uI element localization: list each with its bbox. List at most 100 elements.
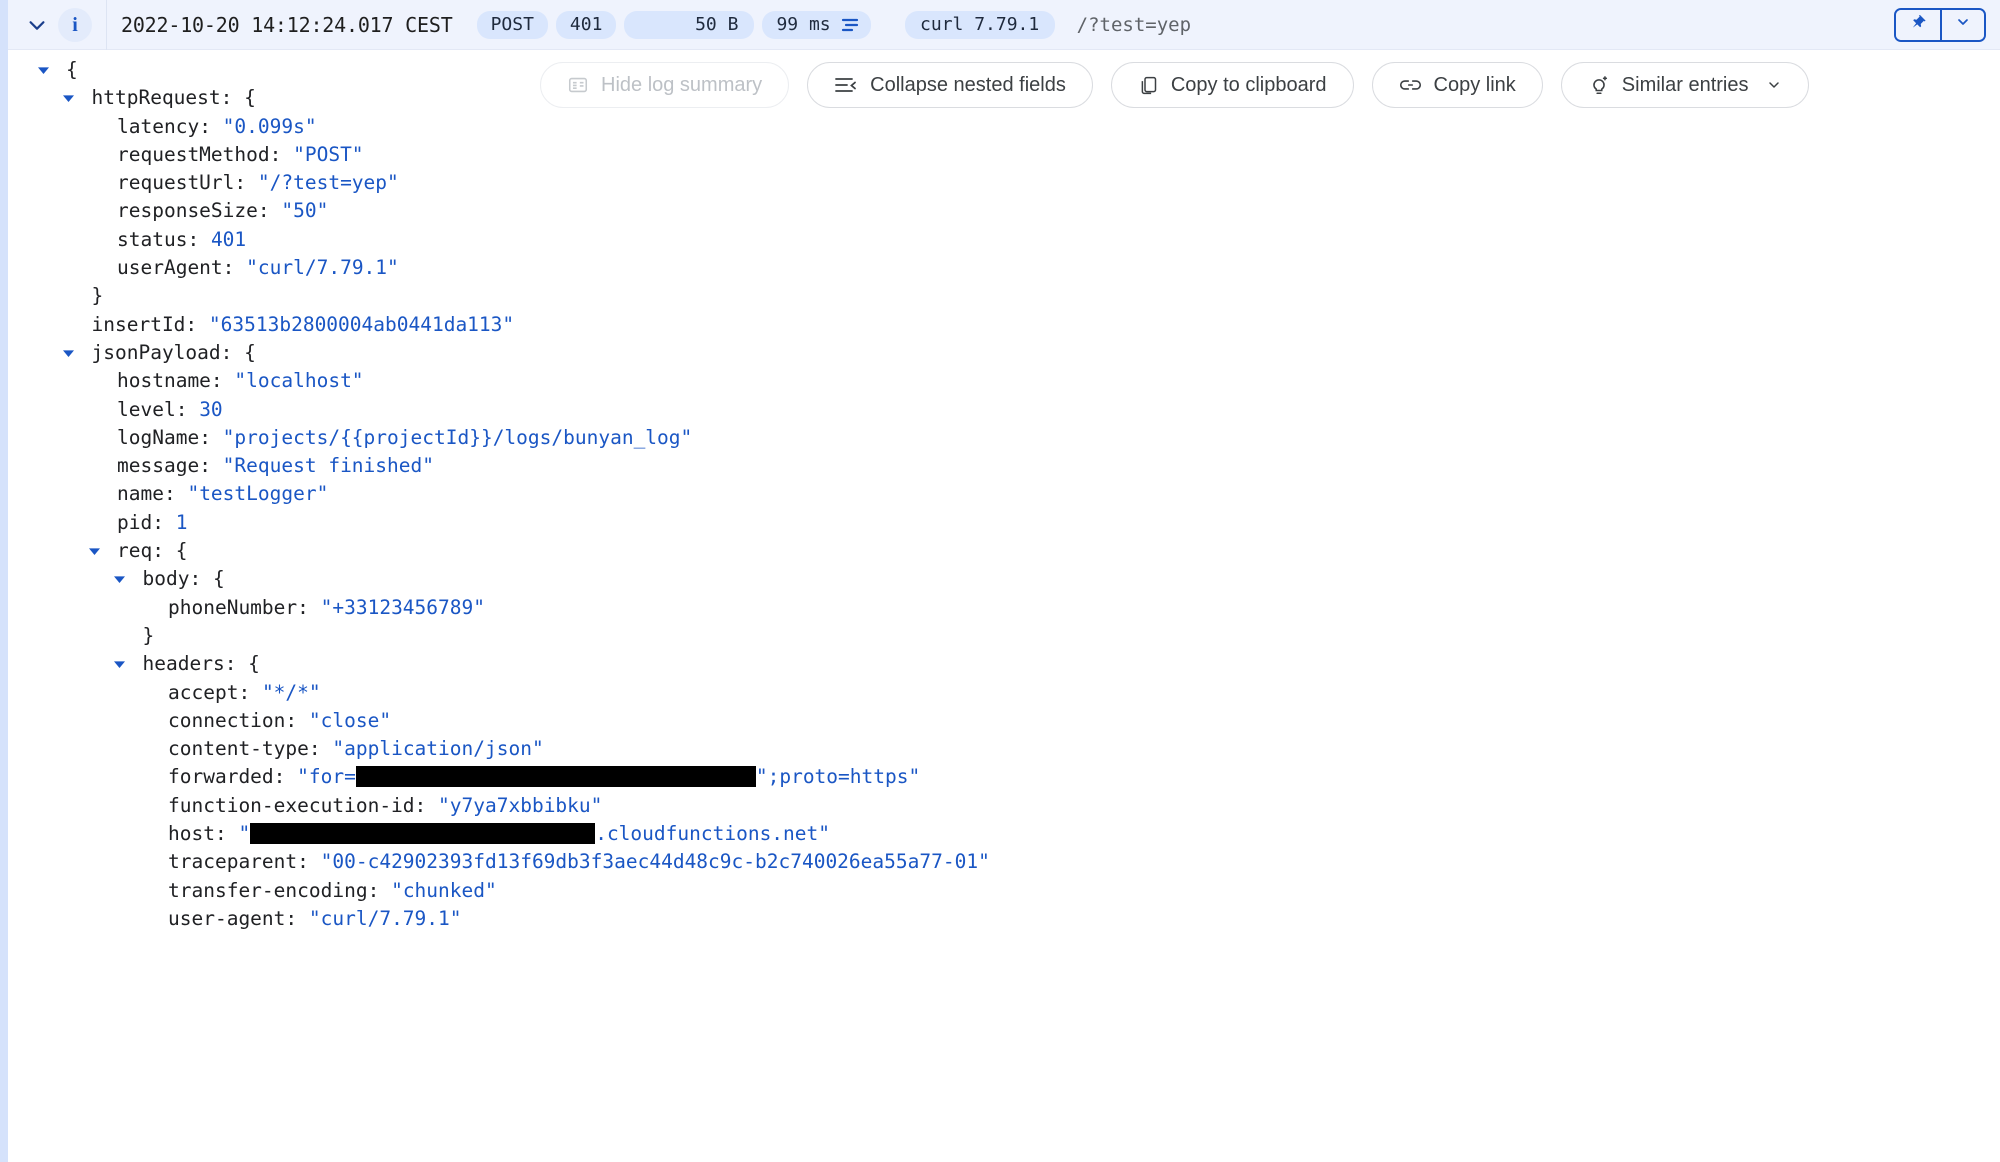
json-value: "/?test=yep" [257,171,399,195]
json-line-text: { [66,56,78,84]
json-value: "close" [308,708,392,732]
header-divider [106,0,107,50]
json-line-text: status: 401 [117,226,246,254]
request-url-text: /?test=yep [1076,13,1192,36]
json-punct: : [163,482,188,506]
json-key: message [117,454,200,478]
json-line-text: logName: "projects/{{projectId}}/logs/bu… [117,424,692,452]
json-value-suffix: ";proto=https" [755,765,921,789]
json-line: name: "testLogger" [8,480,2000,508]
log-entry-json-tree: {httpRequest: {latency: "0.099s" requestM… [8,50,2000,933]
json-line: transfer-encoding: "chunked" [8,877,2000,905]
json-value: "Request finished" [222,454,434,478]
json-line: traceparent: "00-c42902393fd13f69db3f3ae… [8,848,2000,876]
json-line: status: 401 [8,226,2000,254]
json-line: pid: 1 [8,509,2000,537]
json-line-text: responseSize: "50" [117,197,328,225]
json-punct: : [199,454,223,478]
json-line-text: name: "testLogger" [117,480,328,508]
json-punct: : { [189,567,225,591]
entry-actions-group [1894,7,1986,42]
json-key: level [117,397,176,421]
json-key: forwarded [168,765,274,789]
json-key: headers [142,652,225,676]
json-punct: : [199,425,223,449]
severity-info-badge[interactable]: i [58,7,92,42]
json-key: function-execution-id [168,793,415,817]
json-punct: : [285,708,309,732]
json-value-suffix: .cloudfunctions.net" [595,822,831,846]
json-punct: } [91,284,104,308]
json-line: content-type: "application/json" [8,735,2000,763]
json-line: req: { [8,537,2000,565]
expand-toggle-icon[interactable] [61,84,77,112]
expand-toggle-icon[interactable] [112,565,128,593]
json-punct: : [210,369,235,393]
json-value: "y7ya7xbbibku" [438,793,603,817]
json-punct: : [234,171,258,195]
json-key: responseSize [117,199,258,223]
expand-collapse-entry-button[interactable] [18,6,56,44]
json-value: "chunked" [391,878,497,902]
json-punct: : { [220,86,256,110]
json-key: accept [168,680,239,704]
json-key: hostname [117,369,211,393]
json-line: } [8,622,2000,650]
json-line: forwarded: "for= ";proto=https" [8,763,2000,791]
json-line: jsonPayload: { [8,339,2000,367]
json-key: requestMethod [117,142,270,166]
json-line-text: function-execution-id: "y7ya7xbbibku" [168,792,602,820]
json-line: latency: "0.099s" [8,113,2000,141]
pin-entry-button[interactable] [1896,9,1940,40]
chip-status-code[interactable]: 401 [555,10,617,39]
json-key: latency [117,114,200,138]
summary-chip-group: POST 401 50 B 99 ms curl 7.79.1 /?test=y… [476,10,1192,39]
json-key: user-agent [168,906,286,930]
json-value: "testLogger" [187,482,329,506]
json-key: host [168,822,215,846]
json-value: "application/json" [332,737,544,761]
json-line-text: userAgent: "curl/7.79.1" [117,254,399,282]
chip-latency[interactable]: 99 ms [762,10,871,39]
json-key: phoneNumber [168,595,298,619]
json-line: user-agent: "curl/7.79.1" [8,905,2000,933]
json-punct: : [297,850,321,874]
json-punct: : [199,114,223,138]
json-line-text: user-agent: "curl/7.79.1" [168,905,462,933]
json-line-text: } [92,282,104,310]
entry-menu-button[interactable] [1940,9,1984,40]
json-line-text: level: 30 [117,396,223,424]
expand-toggle-icon[interactable] [86,537,102,565]
expand-toggle-icon[interactable] [35,56,51,84]
chip-user-agent[interactable]: curl 7.79.1 [904,10,1055,39]
json-line: body: { [8,565,2000,593]
json-key: content-type [168,737,309,761]
json-punct: : [297,595,321,619]
info-icon: i [72,13,78,36]
json-line-text: requestUrl: "/?test=yep" [117,169,399,197]
json-line-text: connection: "close" [168,707,391,735]
json-value: "localhost" [234,369,364,393]
json-punct: : [367,878,392,902]
json-line: host: " .cloudfunctions.net" [8,820,2000,848]
chip-response-size[interactable]: 50 B [624,10,755,39]
json-line-text: hostname: "localhost" [117,367,364,395]
json-punct: : [238,680,262,704]
json-line: phoneNumber: "+33123456789" [8,594,2000,622]
json-line-text: } [143,622,155,650]
json-line: connection: "close" [8,707,2000,735]
expand-toggle-icon[interactable] [112,650,128,678]
json-punct: { [66,58,78,81]
json-key: status [117,227,188,251]
chip-request-method[interactable]: POST [476,10,548,39]
json-value: "+33123456789" [320,595,485,619]
expand-toggle-icon[interactable] [61,339,77,367]
json-value: "63513b2800004ab0441da113" [208,312,515,336]
json-value: "POST" [293,142,364,166]
json-line-text: content-type: "application/json" [168,735,544,763]
json-line-text: pid: 1 [117,509,187,537]
redacted-block [250,823,596,845]
log-entry-detail-page: i 2022-10-20 14:12:24.017 CEST POST 401 … [0,0,2000,1162]
json-line-text: headers: { [143,650,260,678]
json-line-text: traceparent: "00-c42902393fd13f69db3f3ae… [168,848,990,876]
